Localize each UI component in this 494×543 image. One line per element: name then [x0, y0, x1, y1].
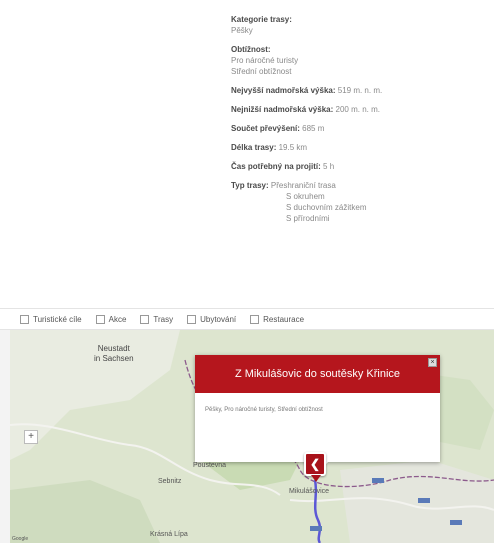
town-label: Krásná Lípa — [150, 531, 188, 538]
length-row: Délka trasy: 19.5 km — [231, 142, 481, 153]
filter-events[interactable]: Akce — [95, 314, 127, 324]
filter-tourist-targets[interactable]: Turistické cíle — [20, 314, 82, 324]
town-label: Mikulášovice — [289, 488, 330, 495]
town-neustadt: Neustadt in Sachsen — [94, 344, 134, 363]
filter-label: Restaurace — [263, 314, 305, 324]
type-value: Přeshraniční trasa — [270, 181, 336, 190]
difficulty-block: Obtížnost: Pro náročné turisty Střední o… — [231, 44, 481, 77]
elevation-sum-row: Součet převýšení: 685 m — [231, 123, 481, 134]
elevation-sum-label: Součet převýšení: — [231, 124, 300, 133]
route-detail-panel: Kategorie trasy: Pěšky Obtížnost: Pro ná… — [0, 0, 494, 308]
checkbox[interactable] — [250, 314, 260, 324]
checkbox[interactable] — [140, 314, 150, 324]
type-item: S okruhem — [286, 192, 325, 201]
type-block: Typ trasy: Přeshraniční trasa S okruhem … — [231, 180, 481, 224]
max-altitude-row: Nejvyšší nadmořská výška: 519 m. n. m. — [231, 85, 481, 96]
close-icon[interactable]: × — [428, 358, 437, 367]
route-marker-icon[interactable]: ❮ — [304, 452, 326, 476]
type-list: S okruhem S duchovním zážitkem S přírodn… — [231, 191, 481, 224]
road-shield — [450, 520, 462, 525]
road-shield — [310, 526, 322, 531]
time-label: Čas potřebný na projití: — [231, 162, 321, 171]
type-item: S duchovním zážitkem — [286, 203, 367, 212]
town-label: Sebnitz — [158, 478, 182, 485]
elevation-sum-value: 685 m — [302, 124, 325, 133]
category-value: Pěšky — [231, 26, 253, 35]
length-value: 19.5 km — [278, 143, 308, 152]
checkbox[interactable] — [95, 314, 105, 324]
min-altitude-row: Nejnižší nadmořská výška: 200 m. n. m. — [231, 104, 481, 115]
route-info: Kategorie trasy: Pěšky Obtížnost: Pro ná… — [231, 14, 481, 232]
route-popup: Z Mikulášovic do soutěsky Křinice × Pěšk… — [195, 355, 440, 471]
marker-pointer — [311, 475, 321, 482]
filter-label: Trasy — [153, 314, 174, 324]
type-row: Typ trasy: Přeshraniční trasa — [231, 180, 481, 191]
min-altitude-value: 200 m. n. m. — [335, 105, 380, 114]
type-label: Typ trasy: — [231, 181, 269, 190]
time-value: 5 h — [323, 162, 335, 171]
checkbox[interactable] — [20, 314, 29, 324]
map-attribution[interactable]: Google — [12, 536, 28, 542]
road-shield — [418, 498, 430, 503]
min-altitude-label: Nejnižší nadmořská výška: — [231, 105, 334, 114]
type-item: S přírodními — [286, 214, 330, 223]
checkbox[interactable] — [187, 314, 197, 324]
popup-title[interactable]: Z Mikulášovic do soutěsky Křinice — [195, 355, 440, 393]
popup-description: Pěšky, Pro náročné turisty, Střední obtí… — [205, 407, 323, 413]
category-label: Kategorie trasy: — [231, 15, 292, 24]
filter-restaurants[interactable]: Restaurace — [250, 314, 305, 324]
map-filter-bar: Turistické cíle Akce Trasy Ubytování Res… — [0, 308, 494, 330]
difficulty-label: Obtížnost: — [231, 45, 271, 54]
road-shield — [372, 478, 384, 483]
filter-label: Ubytování — [200, 314, 237, 324]
max-altitude-value: 519 m. n. m. — [337, 86, 383, 95]
difficulty-value-1: Pro náročné turisty — [231, 56, 299, 65]
filter-label: Akce — [108, 314, 127, 324]
category-block: Kategorie trasy: Pěšky — [231, 14, 481, 36]
difficulty-value-2: Střední obtížnost — [231, 67, 292, 76]
filter-routes[interactable]: Trasy — [140, 314, 174, 324]
filter-accommodation[interactable]: Ubytování — [187, 314, 237, 324]
time-row: Čas potřebný na projití: 5 h — [231, 161, 481, 172]
max-altitude-label: Nejvyšší nadmořská výška: — [231, 86, 336, 95]
map-view[interactable]: Neustadt in Sachsen Dolní Poustevna Sebn… — [10, 330, 494, 543]
length-label: Délka trasy: — [231, 143, 277, 152]
zoom-in-button[interactable]: + — [24, 430, 38, 444]
filter-label: Turistické cíle — [33, 314, 82, 324]
